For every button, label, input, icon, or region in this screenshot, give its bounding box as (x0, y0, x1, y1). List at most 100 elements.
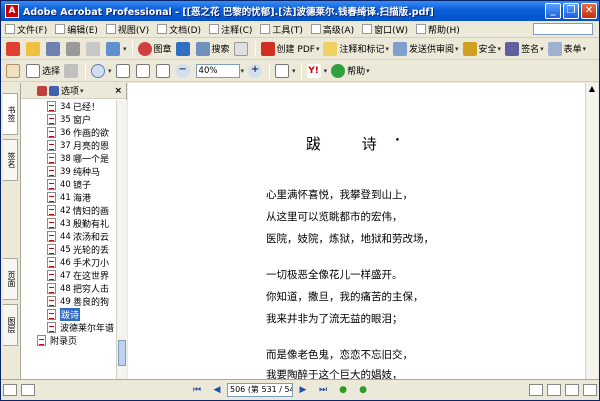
tab-signatures[interactable]: 签名 (3, 139, 18, 181)
menu-file[interactable]: 文件(F) (1, 21, 51, 37)
forms-button[interactable]: 表单 ▾ (546, 40, 589, 58)
bookmark-item[interactable]: 波德莱尔年谱 (21, 321, 116, 334)
go-back-button[interactable]: ● (336, 383, 350, 397)
menu-comments[interactable]: 注释(C) (205, 21, 256, 37)
go-forward-button[interactable]: ● (356, 383, 370, 397)
comments-menu-icon (209, 24, 220, 34)
create-pdf-button[interactable]: 创建 PDF ▾ (259, 40, 322, 58)
bookmark-label: 海港 (73, 194, 92, 204)
bookmark-item[interactable]: 40 镜子 (21, 178, 116, 191)
first-page-button[interactable]: ⏮ (190, 383, 204, 397)
advanced-menu-icon (310, 24, 321, 34)
continuous-icon[interactable] (547, 384, 561, 396)
sign-button[interactable]: 签名 ▾ (503, 40, 546, 58)
bookmark-item[interactable]: 46 手术刀小 (21, 256, 116, 269)
menu-view[interactable]: 视图(V) (102, 21, 153, 37)
zoom-tool-button[interactable]: ▾ (89, 62, 114, 80)
toolbar-tasks: ▾ 图章 搜索 创建 PDF ▾ 注释和标记 ▾ 发送供审阅 ▾ 安全 ▾ 签名 ▾ 表单… (1, 38, 599, 60)
restore-button[interactable]: ❐ (563, 3, 579, 19)
zoom-value[interactable]: 40% (195, 63, 240, 78)
help-search-field[interactable] (533, 23, 593, 35)
continuous-facing-icon[interactable] (583, 384, 597, 396)
save-status-icon[interactable] (3, 384, 17, 396)
bookmark-item[interactable]: 48 把穷人击 (21, 282, 116, 295)
poem-line: 而是像老色鬼，恋恋不忘旧交， (266, 349, 413, 361)
menu-label: 帮助(H) (428, 25, 460, 36)
prev-page-button[interactable]: ◀ (210, 383, 224, 397)
single-page-icon[interactable] (529, 384, 543, 396)
email-button[interactable] (84, 40, 104, 58)
tab-layers[interactable]: 图层 (3, 304, 18, 346)
document-scrollbar[interactable]: ▲ (585, 83, 598, 379)
next-page-button[interactable]: ▶ (296, 383, 310, 397)
zoom-in-button[interactable]: + (246, 62, 266, 80)
bookmark-scrollbar[interactable] (116, 100, 127, 379)
rotate-button[interactable]: ▾ (273, 62, 298, 80)
bookmark-item[interactable]: 49 善良的狗 (21, 295, 116, 308)
help-button[interactable]: 帮助 ▾ (329, 62, 372, 80)
search-button[interactable]: 搜索 (194, 40, 232, 58)
find-button[interactable] (174, 40, 194, 58)
fit-width-button[interactable] (154, 62, 174, 80)
bookmark-icon[interactable] (37, 85, 47, 96)
save-button[interactable] (44, 40, 64, 58)
comment-markup-button[interactable]: 注释和标记 ▾ (321, 40, 391, 58)
bookmark-label: 在这世界 (73, 272, 110, 282)
fit-page-button[interactable] (134, 62, 154, 80)
tab-bookmarks[interactable]: 书签 (3, 93, 18, 135)
bookmark-appendix[interactable]: 附录页 (21, 334, 116, 347)
create-pdf-quick-button[interactable] (4, 40, 24, 58)
facing-icon[interactable] (565, 384, 579, 396)
bookmark-item[interactable]: 35 窗户 (21, 113, 116, 126)
bookmark-item[interactable]: 41 海港 (21, 191, 116, 204)
document-area[interactable]: 跋 诗• 心里满怀喜悦，我攀登到山上， 从这里可以览眺都市的宏伟， 医院，妓院，… (128, 83, 585, 381)
hand-tool-button[interactable] (4, 62, 24, 80)
document-page: 跋 诗• 心里满怀喜悦，我攀登到山上， 从这里可以览眺都市的宏伟， 医院，妓院，… (136, 83, 585, 381)
bookmark-label: 波德莱尔年谱 (60, 324, 115, 334)
bookmark-item[interactable]: 43 殷勤有礼 (21, 217, 116, 230)
print-button[interactable] (64, 40, 84, 58)
zoom-out-button[interactable]: − (174, 62, 194, 80)
menu-advanced[interactable]: 高级(A) (307, 21, 358, 37)
attach-button[interactable]: ▾ (104, 40, 129, 58)
zoom-field[interactable]: 40% ▾ (194, 62, 247, 80)
stamp-button[interactable]: 图章 (136, 40, 174, 58)
bookmark-item[interactable]: 38 哪一个是 (21, 152, 116, 165)
actual-size-button[interactable] (114, 62, 134, 80)
bookmark-item[interactable]: 跋诗 (21, 308, 116, 321)
menu-edit[interactable]: 编辑(E) (51, 21, 102, 37)
close-button[interactable]: ✕ (581, 3, 597, 19)
bookmark-item[interactable]: 44 浓汤和云 (21, 230, 116, 243)
scroll-up-icon[interactable]: ▲ (586, 83, 598, 95)
page-number-field[interactable]: 506 (第 531 / 544 页) (227, 383, 293, 397)
poem-line: 一切极恶全像花儿一样盛开。 (266, 269, 403, 281)
last-page-button[interactable]: ⏭ (316, 383, 330, 397)
bookmark-item[interactable]: 39 纯种马 (21, 165, 116, 178)
menu-window[interactable]: 窗口(W) (358, 21, 412, 37)
bookmark-item[interactable]: 36 作画的欲 (21, 126, 116, 139)
select-tool-button[interactable]: 选择 (24, 62, 62, 80)
zoom-out-icon: − (175, 63, 190, 78)
secure-button[interactable]: 安全 ▾ (461, 40, 504, 58)
open-button[interactable] (24, 40, 44, 58)
help-tool-button[interactable] (232, 40, 252, 58)
expand-icon[interactable] (49, 85, 59, 96)
menu-tools[interactable]: 工具(T) (256, 21, 307, 37)
send-review-button[interactable]: 发送供审阅 ▾ (391, 40, 461, 58)
snapshot-button[interactable] (62, 62, 82, 80)
yahoo-button[interactable]: Y! ▾ (305, 62, 330, 80)
disk-icon (46, 41, 60, 56)
tab-pages[interactable]: 页面 (3, 258, 18, 300)
close-panel-button[interactable]: × (114, 86, 122, 96)
options-menu[interactable]: 选项 (61, 84, 79, 97)
minimize-button[interactable]: _ (545, 3, 561, 19)
window-title: Adobe Acrobat Professional - [[恶之花 巴黎的忧郁… (23, 7, 434, 18)
menu-help[interactable]: 帮助(H) (412, 21, 464, 37)
bookmark-item[interactable]: 42 情妇的画 (21, 204, 116, 217)
bookmark-item[interactable]: 34 已经！ (21, 100, 116, 113)
bookmark-item[interactable]: 47 在这世界 (21, 269, 116, 282)
bookmark-item[interactable]: 45 光轮的丢 (21, 243, 116, 256)
menu-document[interactable]: 文档(D) (153, 21, 205, 37)
bookmark-item[interactable]: 37 月亮的恩 (21, 139, 116, 152)
page-layout-icon[interactable] (21, 384, 35, 396)
